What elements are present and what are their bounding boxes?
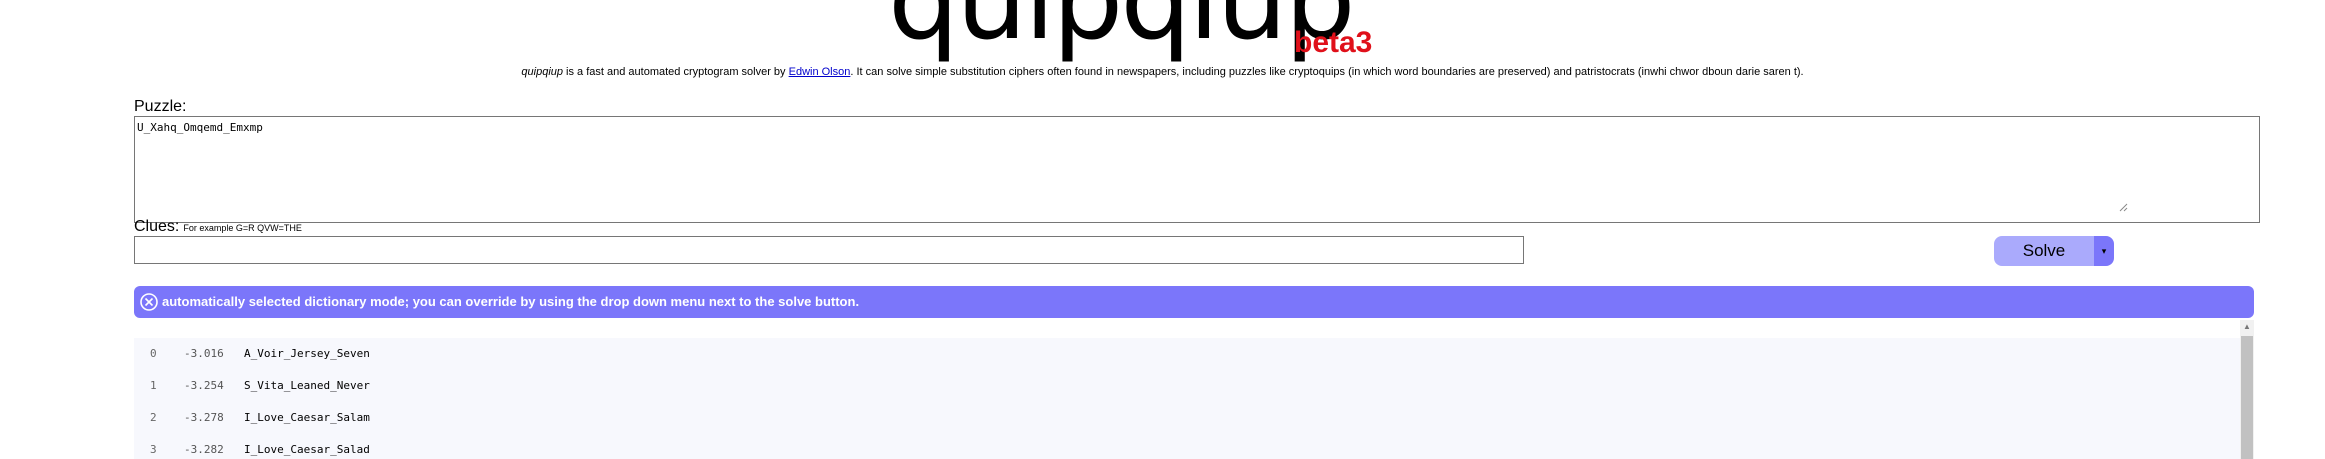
result-text: S_Vita_Leaned_Never	[244, 379, 370, 392]
solve-split-button: Solve ▾	[1994, 236, 2114, 266]
intro-text-before-link: is a fast and automated cryptogram solve…	[563, 66, 789, 78]
result-score: -3.282	[184, 443, 224, 456]
intro-text: quipqiup is a fast and automated cryptog…	[0, 65, 2325, 79]
result-index: 2	[150, 411, 157, 424]
result-text: A_Voir_Jersey_Seven	[244, 347, 370, 360]
author-link[interactable]: Edwin Olson	[789, 66, 851, 78]
clues-input[interactable]	[134, 236, 1524, 264]
notice-banner: automatically selected dictionary mode; …	[134, 286, 2254, 318]
intro-app-name: quipqiup	[521, 66, 563, 78]
scrollbar-thumb[interactable]	[2241, 336, 2253, 459]
intro-text-after-link: . It can solve simple substitution ciphe…	[850, 66, 1804, 78]
quipqiup-page: quipqiup beta3 quipqiup is a fast and au…	[0, 0, 2325, 459]
result-index: 1	[150, 379, 157, 392]
notice-text: automatically selected dictionary mode; …	[162, 294, 860, 309]
results-list: 0 -3.016 A_Voir_Jersey_Seven 1 -3.254 S_…	[134, 338, 2240, 459]
clues-hint: For example G=R QVW=THE	[183, 223, 302, 233]
close-icon[interactable]	[139, 292, 159, 312]
logo-wordmark: quipqiup	[888, 0, 1356, 65]
puzzle-label: Puzzle:	[134, 98, 187, 115]
scroll-up-arrow-icon[interactable]: ▲	[2240, 320, 2254, 334]
logo-beta-badge: beta3	[1294, 26, 1373, 59]
result-index: 3	[150, 443, 157, 456]
result-text: I_Love_Caesar_Salam	[244, 411, 370, 424]
solve-mode-dropdown-button[interactable]: ▾	[2094, 236, 2114, 266]
clues-label-row: Clues: For example G=R QVW=THE	[134, 218, 302, 236]
results-scrollbar[interactable]: ▲	[2240, 320, 2254, 459]
puzzle-textarea[interactable]: U_Xahq_Omqemd_Emxmp	[134, 116, 2260, 223]
resize-grip-icon[interactable]	[2118, 202, 2128, 212]
result-index: 0	[150, 347, 157, 360]
solve-button[interactable]: Solve	[1994, 236, 2094, 266]
logo: quipqiup beta3	[888, 0, 1372, 65]
result-text: I_Love_Caesar_Salad	[244, 443, 370, 456]
result-score: -3.254	[184, 379, 224, 392]
result-score: -3.278	[184, 411, 224, 424]
clues-label: Clues:	[134, 218, 180, 235]
result-score: -3.016	[184, 347, 224, 360]
